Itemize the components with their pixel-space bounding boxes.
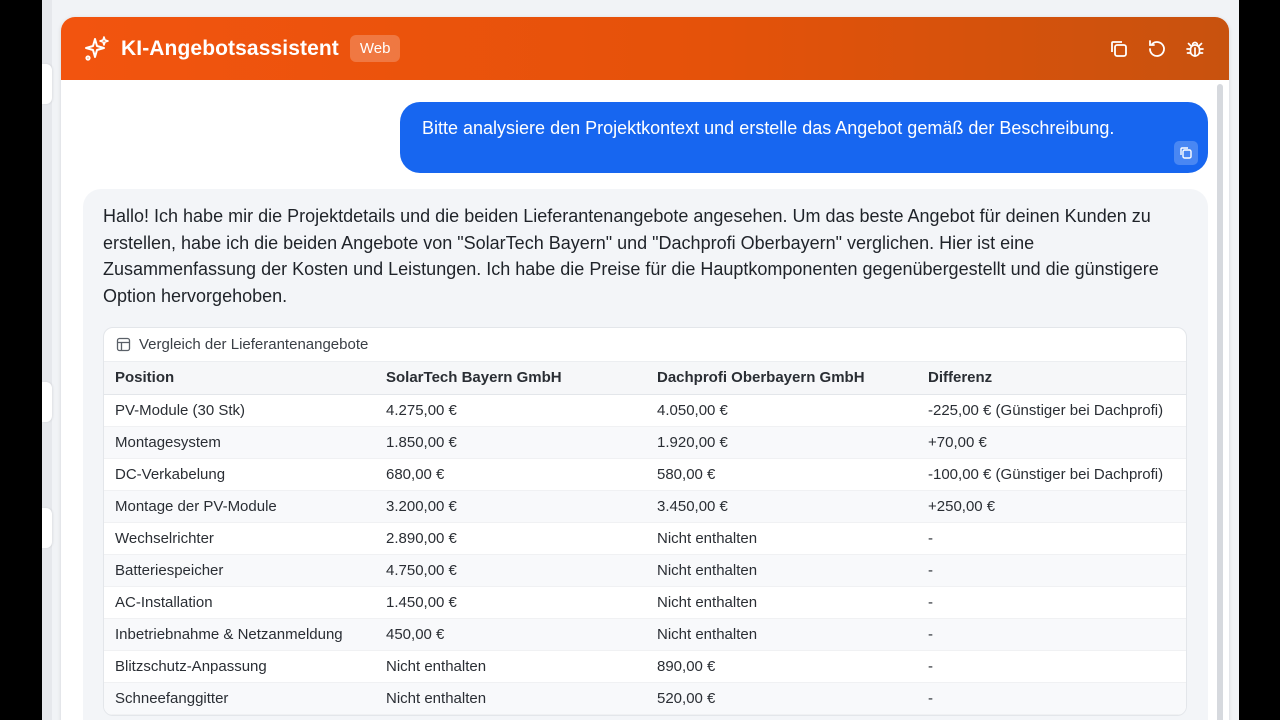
table-cell: - [917, 554, 1186, 587]
table-cell: -225,00 € (Günstiger bei Dachprofi) [917, 394, 1186, 427]
table-cell: Nicht enthalten [646, 618, 917, 651]
table-cell: -100,00 € (Günstiger bei Dachprofi) [917, 458, 1186, 491]
table-cell: Montagesystem [104, 426, 375, 459]
table-cell: Nicht enthalten [646, 522, 917, 555]
table-cell: 680,00 € [375, 458, 646, 491]
table-cell: 520,00 € [646, 682, 917, 715]
column-header: SolarTech Bayern GmbH [375, 362, 646, 395]
table-row: Wechselrichter 2.890,00 € Nicht enthalte… [104, 522, 1186, 555]
table-cell: Batteriespeicher [104, 554, 375, 587]
sparkles-icon [83, 35, 111, 63]
table-row: Inbetriebnahme & Netzanmeldung 450,00 € … [104, 618, 1186, 651]
table-cell: Nicht enthalten [646, 554, 917, 587]
user-message-text: Bitte analysiere den Projektkontext und … [422, 118, 1115, 138]
table-cell: Blitzschutz-Anpassung [104, 650, 375, 683]
header-actions [1107, 37, 1207, 61]
table-cell: 4.275,00 € [375, 394, 646, 427]
refresh-icon[interactable] [1145, 37, 1169, 61]
table-cell: +250,00 € [917, 490, 1186, 523]
table-cell: 450,00 € [375, 618, 646, 651]
bug-icon[interactable] [1183, 37, 1207, 61]
left-sidebar-strip [42, 0, 52, 720]
table-cell: +70,00 € [917, 426, 1186, 459]
table-row: Schneefanggitter Nicht enthalten 520,00 … [104, 682, 1186, 715]
table-row: Montagesystem 1.850,00 € 1.920,00 € +70,… [104, 426, 1186, 459]
table-cell: Nicht enthalten [375, 650, 646, 683]
copy-message-icon[interactable] [1174, 141, 1198, 165]
table-row: Montage der PV-Module 3.200,00 € 3.450,0… [104, 490, 1186, 523]
table-row: AC-Installation 1.450,00 € Nicht enthalt… [104, 586, 1186, 619]
table-cell: Montage der PV-Module [104, 490, 375, 523]
app-title: KI-Angebotsassistent [121, 36, 339, 60]
table-cell: 2.890,00 € [375, 522, 646, 555]
web-badge: Web [349, 35, 401, 62]
panel-header: KI-Angebotsassistent Web [61, 17, 1229, 80]
table-header-row: Position SolarTech Bayern GmbH Dachprofi… [104, 362, 1186, 395]
table-cell: - [917, 650, 1186, 683]
scrollbar[interactable] [1217, 84, 1223, 720]
table-cell: PV-Module (30 Stk) [104, 394, 375, 427]
user-message-bubble: Bitte analysiere den Projektkontext und … [400, 102, 1208, 173]
table-cell: 1.920,00 € [646, 426, 917, 459]
table-row: DC-Verkabelung 680,00 € 580,00 € -100,00… [104, 458, 1186, 491]
table-cell: 4.050,00 € [646, 394, 917, 427]
table-cell: DC-Verkabelung [104, 458, 375, 491]
table-cell: Inbetriebnahme & Netzanmeldung [104, 618, 375, 651]
left-sidebar-tab[interactable] [42, 508, 52, 548]
table-cell: Nicht enthalten [375, 682, 646, 715]
table-cell: 890,00 € [646, 650, 917, 683]
assistant-panel: KI-Angebotsassistent Web Bitte analysier… [61, 17, 1229, 720]
column-header: Dachprofi Oberbayern GmbH [646, 362, 917, 395]
table-icon [116, 337, 131, 352]
table-cell: - [917, 618, 1186, 651]
table-cell: 580,00 € [646, 458, 917, 491]
column-header: Differenz [917, 362, 1186, 395]
left-sidebar-tab[interactable] [42, 382, 52, 422]
assistant-message-bubble: Hallo! Ich habe mir die Projektdetails u… [83, 189, 1208, 720]
table-cell: - [917, 586, 1186, 619]
table-row: PV-Module (30 Stk) 4.275,00 € 4.050,00 €… [104, 394, 1186, 427]
table-caption-text: Vergleich der Lieferantenangebote [139, 336, 369, 353]
assistant-message-text: Hallo! Ich habe mir die Projektdetails u… [103, 206, 1159, 306]
column-header: Position [104, 362, 375, 395]
table-caption: Vergleich der Lieferantenangebote [104, 328, 1186, 362]
comparison-table: Position SolarTech Bayern GmbH Dachprofi… [104, 362, 1186, 715]
table-cell: 4.750,00 € [375, 554, 646, 587]
table-row: Batteriespeicher 4.750,00 € Nicht enthal… [104, 554, 1186, 587]
table-cell: Wechselrichter [104, 522, 375, 555]
chat-content: Bitte analysiere den Projektkontext und … [61, 80, 1229, 720]
copy-icon[interactable] [1107, 37, 1131, 61]
table-cell: Nicht enthalten [646, 586, 917, 619]
table-cell: 3.200,00 € [375, 490, 646, 523]
comparison-table-card: Vergleich der Lieferantenangebote Positi… [103, 327, 1187, 716]
table-cell: AC-Installation [104, 586, 375, 619]
left-sidebar-tab[interactable] [42, 64, 52, 104]
table-cell: 1.850,00 € [375, 426, 646, 459]
table-cell: - [917, 522, 1186, 555]
table-cell: Schneefanggitter [104, 682, 375, 715]
table-cell: 3.450,00 € [646, 490, 917, 523]
table-cell: 1.450,00 € [375, 586, 646, 619]
table-row: Blitzschutz-Anpassung Nicht enthalten 89… [104, 650, 1186, 683]
table-cell: - [917, 682, 1186, 715]
